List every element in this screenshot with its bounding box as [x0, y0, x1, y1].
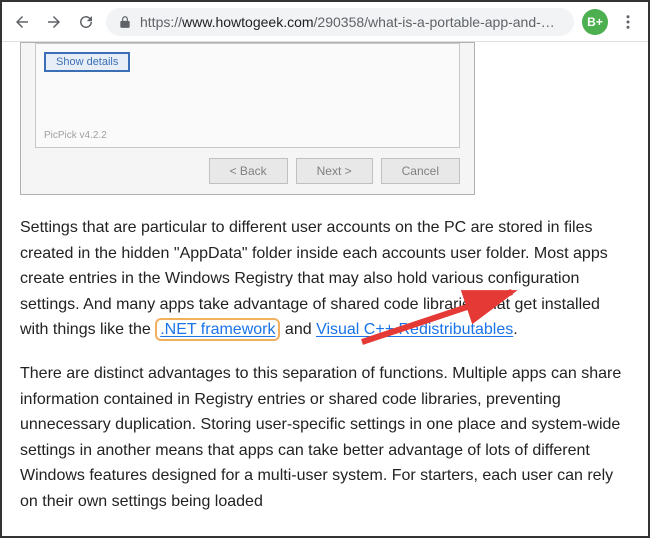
arrow-left-icon — [13, 13, 31, 31]
paragraph-1: Settings that are particular to differen… — [20, 215, 630, 343]
link-vc-redist[interactable]: Visual C++ Redistributables — [316, 321, 513, 338]
installer-screenshot: Show details PicPick v4.2.2 < Back Next … — [20, 42, 475, 195]
reload-icon — [77, 13, 95, 31]
version-label: PicPick v4.2.2 — [44, 130, 107, 141]
browser-toolbar: https://www.howtogeek.com/290358/what-is… — [2, 2, 648, 42]
link-net-framework[interactable]: .NET framework — [155, 318, 280, 341]
installer-next-button[interactable]: Next > — [296, 158, 373, 184]
article-body: Settings that are particular to differen… — [20, 215, 630, 515]
menu-button[interactable] — [616, 10, 640, 34]
installer-button-row: < Back Next > Cancel — [21, 148, 474, 184]
show-details-button[interactable]: Show details — [44, 52, 130, 72]
installer-back-button[interactable]: < Back — [209, 158, 288, 184]
url-text: https://www.howtogeek.com/290358/what-is… — [140, 14, 562, 30]
extension-badge[interactable]: B+ — [582, 9, 608, 35]
installer-cancel-button[interactable]: Cancel — [381, 158, 460, 184]
vertical-dots-icon — [619, 13, 637, 31]
reload-button[interactable] — [74, 10, 98, 34]
paragraph-2: There are distinct advantages to this se… — [20, 361, 630, 515]
lock-icon — [118, 15, 132, 29]
arrow-right-icon — [45, 13, 63, 31]
installer-panel: Show details PicPick v4.2.2 — [35, 43, 460, 148]
back-button[interactable] — [10, 10, 34, 34]
forward-button[interactable] — [42, 10, 66, 34]
page-content: Show details PicPick v4.2.2 < Back Next … — [2, 42, 648, 551]
address-bar[interactable]: https://www.howtogeek.com/290358/what-is… — [106, 8, 574, 36]
